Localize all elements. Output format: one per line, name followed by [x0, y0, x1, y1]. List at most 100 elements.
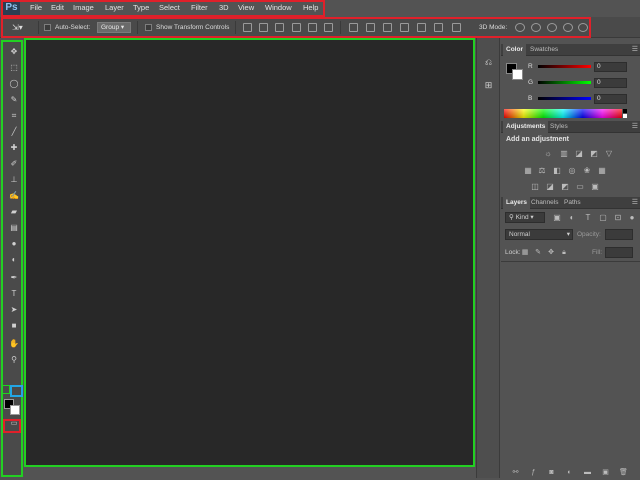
move-tool-icon[interactable]: ✥ — [8, 46, 20, 57]
tab-paths[interactable]: Paths — [561, 197, 584, 209]
lock-all-icon[interactable]: 🔒︎ — [559, 248, 569, 257]
green-slider[interactable] — [538, 81, 591, 84]
quick-selection-tool-icon[interactable]: ✎ — [8, 94, 20, 105]
menu-edit[interactable]: Edit — [51, 3, 64, 12]
menu-select[interactable]: Select — [159, 3, 180, 12]
eyedropper-tool-icon[interactable]: ╱ — [8, 126, 20, 137]
align-bottom-icon[interactable] — [275, 23, 284, 32]
menu-help[interactable]: Help — [303, 3, 318, 12]
rectangle-tool-icon[interactable]: ■ — [8, 320, 20, 331]
filter-pixel-icon[interactable]: ▣ — [552, 213, 562, 222]
path-selection-tool-icon[interactable]: ➤ — [8, 304, 20, 315]
panel-menu-icon[interactable]: ☰ — [632, 198, 638, 206]
menu-view[interactable]: View — [238, 3, 254, 12]
red-value[interactable]: 0 — [594, 62, 627, 72]
move-tool-icon[interactable]: ⇲▾ — [12, 22, 34, 33]
dodge-tool-icon[interactable]: ◐ — [8, 254, 20, 265]
distribute-hcenter-icon[interactable] — [417, 23, 426, 32]
brush-tool-icon[interactable]: ✐ — [8, 158, 20, 169]
3d-scale-icon[interactable] — [578, 23, 588, 32]
background-color-swatch[interactable] — [10, 405, 20, 415]
blur-tool-icon[interactable]: ● — [8, 238, 20, 249]
gradient-tool-icon[interactable]: ▤ — [8, 222, 20, 233]
opacity-field[interactable] — [605, 229, 633, 240]
hand-tool-icon[interactable]: ✋ — [8, 338, 20, 349]
add-mask-icon[interactable]: ◙ — [547, 468, 556, 477]
layer-filter-dropdown[interactable]: ⚲ Kind ▾ — [505, 212, 545, 223]
align-hcenter-icon[interactable] — [308, 23, 317, 32]
exposure-icon[interactable]: ◩ — [589, 149, 599, 158]
tab-layers[interactable]: Layers — [503, 197, 530, 209]
menu-window[interactable]: Window — [265, 3, 292, 12]
color-ramp[interactable] — [504, 109, 622, 118]
3d-rotate-icon[interactable] — [515, 23, 525, 32]
blue-value[interactable]: 0 — [594, 94, 627, 104]
panel-menu-icon[interactable]: ☰ — [632, 122, 638, 130]
history-panel-icon[interactable]: ⎌ — [482, 56, 495, 69]
distribute-vcenter-icon[interactable] — [366, 23, 375, 32]
lock-image-icon[interactable]: ✎ — [533, 248, 543, 257]
menu-3d[interactable]: 3D — [219, 3, 229, 12]
green-value[interactable]: 0 — [594, 78, 627, 88]
distribute-right-icon[interactable] — [434, 23, 443, 32]
auto-align-icon[interactable] — [452, 23, 461, 32]
selective-color-icon[interactable]: ▣ — [590, 182, 600, 191]
filter-type-icon[interactable]: T — [583, 213, 593, 222]
filter-adjustment-icon[interactable]: ◐ — [567, 213, 577, 222]
filter-smart-object-icon[interactable]: ⊡ — [613, 213, 623, 222]
color-balance-icon[interactable]: ⚖ — [537, 166, 547, 175]
filter-toggle-icon[interactable]: ● — [627, 213, 637, 222]
tab-adjustments[interactable]: Adjustments — [503, 121, 549, 133]
lasso-tool-icon[interactable]: ◯ — [8, 78, 20, 89]
distribute-bottom-icon[interactable] — [383, 23, 392, 32]
lock-position-icon[interactable]: ✥ — [546, 248, 556, 257]
color-lookup-icon[interactable]: ▦ — [597, 166, 607, 175]
tab-styles[interactable]: Styles — [547, 121, 571, 133]
delete-layer-icon[interactable]: 🗑︎ — [619, 468, 628, 477]
spot-healing-tool-icon[interactable]: ✚ — [8, 142, 20, 153]
show-transform-checkbox[interactable] — [145, 24, 152, 31]
3d-roll-icon[interactable] — [531, 23, 541, 32]
ramp-white[interactable] — [623, 114, 627, 118]
blend-mode-dropdown[interactable]: Normal ▾ — [505, 229, 573, 240]
3d-slide-icon[interactable] — [563, 23, 573, 32]
lock-transparent-icon[interactable]: ▦ — [520, 248, 530, 257]
invert-icon[interactable]: ◫ — [530, 182, 540, 191]
menu-type[interactable]: Type — [133, 3, 149, 12]
menu-filter[interactable]: Filter — [191, 3, 208, 12]
type-tool-icon[interactable]: T — [8, 288, 20, 299]
brightness-contrast-icon[interactable]: ☼ — [543, 149, 553, 158]
align-left-icon[interactable] — [292, 23, 301, 32]
background-color-swatch[interactable] — [512, 69, 523, 80]
threshold-icon[interactable]: ◩ — [560, 182, 570, 191]
panel-menu-icon[interactable]: ☰ — [632, 45, 638, 53]
document-canvas-area[interactable] — [24, 38, 475, 467]
new-group-icon[interactable]: ▬ — [583, 468, 592, 477]
align-vcenter-icon[interactable] — [259, 23, 268, 32]
layer-style-icon[interactable]: ƒ — [529, 468, 538, 477]
black-white-icon[interactable]: ◧ — [552, 166, 562, 175]
vibrance-icon[interactable]: ▽ — [604, 149, 614, 158]
properties-panel-icon[interactable]: ⊞ — [482, 79, 495, 92]
marquee-tool-icon[interactable]: ⬚ — [8, 62, 20, 73]
posterize-icon[interactable]: ◪ — [545, 182, 555, 191]
eraser-tool-icon[interactable]: ▰ — [8, 206, 20, 217]
levels-icon[interactable]: ▥ — [559, 149, 569, 158]
photo-filter-icon[interactable]: ◎ — [567, 166, 577, 175]
align-right-icon[interactable] — [324, 23, 333, 32]
default-colors-icon[interactable] — [2, 385, 10, 394]
tab-channels[interactable]: Channels — [528, 197, 561, 209]
distribute-left-icon[interactable] — [400, 23, 409, 32]
history-brush-tool-icon[interactable]: ✍ — [8, 190, 20, 201]
auto-select-dropdown[interactable]: Group ▾ — [97, 22, 131, 33]
align-top-icon[interactable] — [243, 23, 252, 32]
pen-tool-icon[interactable]: ✒ — [8, 272, 20, 283]
hue-saturation-icon[interactable]: ▦ — [523, 166, 533, 175]
fill-field[interactable] — [605, 247, 633, 258]
distribute-top-icon[interactable] — [349, 23, 358, 32]
menu-layer[interactable]: Layer — [105, 3, 124, 12]
3d-drag-icon[interactable] — [547, 23, 557, 32]
blue-slider[interactable] — [538, 97, 591, 100]
crop-tool-icon[interactable]: ⌗ — [8, 110, 20, 121]
zoom-tool-icon[interactable]: ⚲ — [8, 354, 20, 365]
